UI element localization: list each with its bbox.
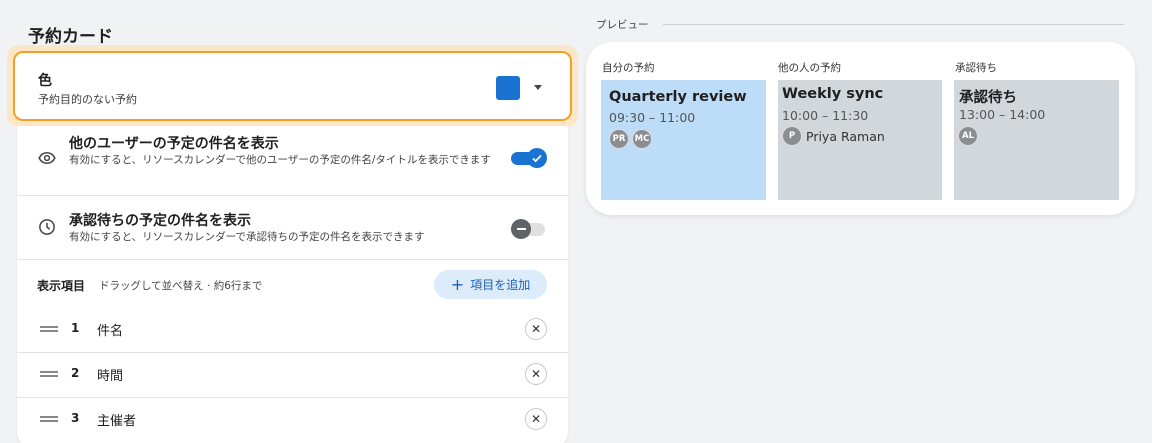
remove-field-button[interactable]: ✕ xyxy=(525,363,547,385)
preview-event-own: Quarterly review 09:30 – 11:00 PR MC xyxy=(601,80,766,200)
preview-column-header: 自分の予約 xyxy=(602,62,655,74)
preview-label: プレビュー xyxy=(596,19,649,31)
chevron-down-icon[interactable] xyxy=(534,85,542,90)
add-field-button[interactable]: + 項目を追加 xyxy=(434,270,547,299)
add-field-label: 項目を追加 xyxy=(470,278,531,292)
display-fields-hint: ドラッグして並べ替え · 約6行まで xyxy=(99,280,263,292)
event-title: Weekly sync xyxy=(782,86,884,102)
setting-row-show-pending-titles: 承認待ちの予定の件名を表示 有効にすると、リソースカレンダーで承認待ちの予定の件… xyxy=(17,196,568,259)
color-subtitle: 予約目的のない予約 xyxy=(38,93,137,106)
field-row[interactable]: 1 件名 ✕ xyxy=(17,307,568,352)
setting-row-show-others-titles: 他のユーザーの予定の件名を表示 有効にすると、リソースカレンダーで他のユーザーの… xyxy=(17,126,568,194)
avatar: AL xyxy=(958,126,978,146)
field-name: 件名 xyxy=(97,324,124,339)
drag-handle-icon[interactable] xyxy=(40,326,58,332)
color-selector[interactable]: 色 予約目的のない予約 xyxy=(13,51,572,121)
divider xyxy=(663,24,1124,25)
event-time: 10:00 – 11:30 xyxy=(782,108,869,123)
setting-description: 有効にすると、リソースカレンダーで他のユーザーの予定の件名/タイトルを表示できま… xyxy=(69,154,491,166)
section-title: 予約カード xyxy=(28,27,113,47)
setting-description: 有効にすると、リソースカレンダーで承認待ちの予定の件名を表示できます xyxy=(69,231,425,243)
event-title: Quarterly review xyxy=(609,89,747,105)
event-organizer: Priya Raman xyxy=(806,129,885,144)
field-row[interactable]: 2 時間 ✕ xyxy=(17,352,568,397)
preview-column-header: 承認待ち xyxy=(955,62,997,74)
color-title: 色 xyxy=(38,73,52,89)
preview-event-others: Weekly sync 10:00 – 11:30 P Priya Raman xyxy=(778,80,942,200)
field-name: 時間 xyxy=(97,369,124,384)
event-time: 09:30 – 11:00 xyxy=(609,110,696,125)
field-name: 主催者 xyxy=(97,414,137,429)
setting-title: 他のユーザーの予定の件名を表示 xyxy=(69,136,279,152)
drag-handle-icon[interactable] xyxy=(40,371,58,377)
drag-handle-icon[interactable] xyxy=(40,416,58,422)
plus-icon: + xyxy=(450,274,465,294)
field-row[interactable]: 3 主催者 ✕ xyxy=(17,397,568,442)
avatar: MC xyxy=(632,129,652,149)
eye-icon xyxy=(38,149,56,167)
minus-icon[interactable] xyxy=(511,219,531,239)
field-number: 3 xyxy=(71,411,80,425)
divider xyxy=(17,259,568,260)
preview-event-pending: 承認待ち 13:00 – 14:00 AL xyxy=(954,80,1119,200)
check-icon[interactable] xyxy=(527,148,547,168)
display-fields-label: 表示項目 xyxy=(37,279,86,293)
avatar: P xyxy=(782,126,802,146)
event-title: 承認待ち xyxy=(959,90,1017,106)
field-number: 2 xyxy=(71,366,80,380)
color-swatch[interactable] xyxy=(496,76,520,100)
event-time: 13:00 – 14:00 xyxy=(959,107,1046,122)
setting-title: 承認待ちの予定の件名を表示 xyxy=(69,213,251,229)
avatar: PR xyxy=(609,129,629,149)
remove-field-button[interactable]: ✕ xyxy=(525,408,547,430)
remove-field-button[interactable]: ✕ xyxy=(525,318,547,340)
clock-icon xyxy=(38,218,56,236)
preview-column-header: 他の人の予約 xyxy=(778,62,841,74)
field-number: 1 xyxy=(71,321,80,335)
